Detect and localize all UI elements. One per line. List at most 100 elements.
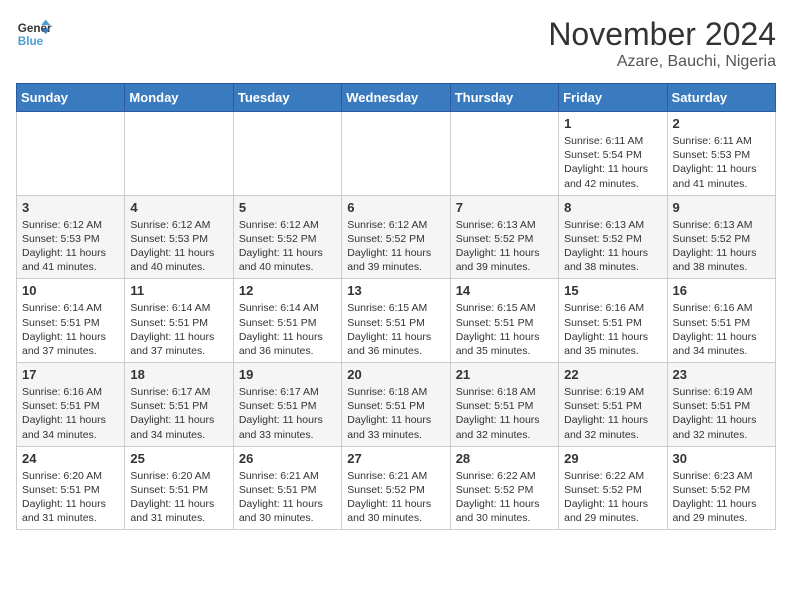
cell-info: Sunrise: 6:15 AMSunset: 5:51 PMDaylight:… <box>347 301 444 358</box>
day-number: 27 <box>347 451 444 466</box>
day-number: 3 <box>22 200 119 215</box>
calendar-cell: 30 Sunrise: 6:23 AMSunset: 5:52 PMDayligh… <box>667 446 775 530</box>
calendar-cell: 20 Sunrise: 6:18 AMSunset: 5:51 PMDayligh… <box>342 363 450 447</box>
cell-info: Sunrise: 6:16 AMSunset: 5:51 PMDaylight:… <box>564 301 661 358</box>
calendar-cell: 13 Sunrise: 6:15 AMSunset: 5:51 PMDayligh… <box>342 279 450 363</box>
calendar-cell: 27 Sunrise: 6:21 AMSunset: 5:52 PMDayligh… <box>342 446 450 530</box>
cell-info: Sunrise: 6:15 AMSunset: 5:51 PMDaylight:… <box>456 301 553 358</box>
calendar-cell: 28Sunrise: 6:22 AMSunset: 5:52 PMDayligh… <box>450 446 558 530</box>
calendar-cell <box>450 112 558 196</box>
day-header-friday: Friday <box>559 84 667 112</box>
cell-info: Sunrise: 6:23 AMSunset: 5:52 PMDaylight:… <box>673 469 770 526</box>
cell-info: Sunrise: 6:11 AMSunset: 5:53 PMDaylight:… <box>673 134 770 191</box>
cell-info: Sunrise: 6:22 AMSunset: 5:52 PMDaylight:… <box>564 469 661 526</box>
day-header-tuesday: Tuesday <box>233 84 341 112</box>
cell-info: Sunrise: 6:20 AMSunset: 5:51 PMDaylight:… <box>130 469 227 526</box>
calendar-cell: 1 Sunrise: 6:11 AMSunset: 5:54 PMDaylight… <box>559 112 667 196</box>
cell-info: Sunrise: 6:14 AMSunset: 5:51 PMDaylight:… <box>239 301 336 358</box>
calendar-week-row: 10Sunrise: 6:14 AMSunset: 5:51 PMDayligh… <box>17 279 776 363</box>
day-number: 30 <box>673 451 770 466</box>
cell-info: Sunrise: 6:12 AMSunset: 5:52 PMDaylight:… <box>347 218 444 275</box>
cell-info: Sunrise: 6:13 AMSunset: 5:52 PMDaylight:… <box>564 218 661 275</box>
cell-info: Sunrise: 6:21 AMSunset: 5:51 PMDaylight:… <box>239 469 336 526</box>
calendar-cell: 5 Sunrise: 6:12 AMSunset: 5:52 PMDaylight… <box>233 195 341 279</box>
calendar-cell: 21Sunrise: 6:18 AMSunset: 5:51 PMDayligh… <box>450 363 558 447</box>
day-number: 23 <box>673 367 770 382</box>
logo: General Blue <box>16 16 52 52</box>
day-number: 26 <box>239 451 336 466</box>
calendar-cell: 17Sunrise: 6:16 AMSunset: 5:51 PMDayligh… <box>17 363 125 447</box>
day-number: 16 <box>673 283 770 298</box>
calendar-week-row: 3 Sunrise: 6:12 AMSunset: 5:53 PMDaylight… <box>17 195 776 279</box>
day-number: 18 <box>130 367 227 382</box>
cell-info: Sunrise: 6:20 AMSunset: 5:51 PMDaylight:… <box>22 469 119 526</box>
day-header-thursday: Thursday <box>450 84 558 112</box>
calendar-header-row: SundayMondayTuesdayWednesdayThursdayFrid… <box>17 84 776 112</box>
day-header-sunday: Sunday <box>17 84 125 112</box>
cell-info: Sunrise: 6:21 AMSunset: 5:52 PMDaylight:… <box>347 469 444 526</box>
calendar-cell: 3 Sunrise: 6:12 AMSunset: 5:53 PMDaylight… <box>17 195 125 279</box>
cell-info: Sunrise: 6:12 AMSunset: 5:53 PMDaylight:… <box>22 218 119 275</box>
cell-info: Sunrise: 6:11 AMSunset: 5:54 PMDaylight:… <box>564 134 661 191</box>
calendar-week-row: 17Sunrise: 6:16 AMSunset: 5:51 PMDayligh… <box>17 363 776 447</box>
title-block: November 2024 Azare, Bauchi, Nigeria <box>548 16 776 71</box>
day-number: 24 <box>22 451 119 466</box>
day-number: 25 <box>130 451 227 466</box>
calendar-cell: 18 Sunrise: 6:17 AMSunset: 5:51 PMDayligh… <box>125 363 233 447</box>
calendar-cell: 7 Sunrise: 6:13 AMSunset: 5:52 PMDaylight… <box>450 195 558 279</box>
calendar-cell: 16 Sunrise: 6:16 AMSunset: 5:51 PMDayligh… <box>667 279 775 363</box>
calendar-week-row: 1 Sunrise: 6:11 AMSunset: 5:54 PMDaylight… <box>17 112 776 196</box>
calendar-cell <box>17 112 125 196</box>
calendar-cell: 6 Sunrise: 6:12 AMSunset: 5:52 PMDaylight… <box>342 195 450 279</box>
day-number: 22 <box>564 367 661 382</box>
calendar-cell: 14Sunrise: 6:15 AMSunset: 5:51 PMDayligh… <box>450 279 558 363</box>
calendar-cell: 26 Sunrise: 6:21 AMSunset: 5:51 PMDayligh… <box>233 446 341 530</box>
calendar-cell: 8 Sunrise: 6:13 AMSunset: 5:52 PMDaylight… <box>559 195 667 279</box>
day-number: 2 <box>673 116 770 131</box>
calendar-cell: 11 Sunrise: 6:14 AMSunset: 5:51 PMDayligh… <box>125 279 233 363</box>
cell-info: Sunrise: 6:14 AMSunset: 5:51 PMDaylight:… <box>22 301 119 358</box>
page-header: General Blue November 2024 Azare, Bauchi… <box>16 16 776 71</box>
calendar-cell: 23 Sunrise: 6:19 AMSunset: 5:51 PMDayligh… <box>667 363 775 447</box>
cell-info: Sunrise: 6:12 AMSunset: 5:53 PMDaylight:… <box>130 218 227 275</box>
cell-info: Sunrise: 6:14 AMSunset: 5:51 PMDaylight:… <box>130 301 227 358</box>
day-number: 11 <box>130 283 227 298</box>
cell-info: Sunrise: 6:17 AMSunset: 5:51 PMDaylight:… <box>239 385 336 442</box>
day-number: 20 <box>347 367 444 382</box>
calendar-week-row: 24 Sunrise: 6:20 AMSunset: 5:51 PMDayligh… <box>17 446 776 530</box>
day-number: 8 <box>564 200 661 215</box>
day-number: 13 <box>347 283 444 298</box>
day-number: 4 <box>130 200 227 215</box>
day-number: 12 <box>239 283 336 298</box>
cell-info: Sunrise: 6:13 AMSunset: 5:52 PMDaylight:… <box>673 218 770 275</box>
calendar-cell <box>233 112 341 196</box>
calendar-cell: 19 Sunrise: 6:17 AMSunset: 5:51 PMDayligh… <box>233 363 341 447</box>
cell-info: Sunrise: 6:13 AMSunset: 5:52 PMDaylight:… <box>456 218 553 275</box>
day-number: 29 <box>564 451 661 466</box>
calendar-cell <box>342 112 450 196</box>
day-number: 7 <box>456 200 553 215</box>
day-number: 28 <box>456 451 553 466</box>
location: Azare, Bauchi, Nigeria <box>548 53 776 71</box>
calendar-cell <box>125 112 233 196</box>
cell-info: Sunrise: 6:17 AMSunset: 5:51 PMDaylight:… <box>130 385 227 442</box>
month-title: November 2024 <box>548 16 776 53</box>
day-number: 1 <box>564 116 661 131</box>
calendar-cell: 10Sunrise: 6:14 AMSunset: 5:51 PMDayligh… <box>17 279 125 363</box>
day-number: 19 <box>239 367 336 382</box>
calendar-cell: 15 Sunrise: 6:16 AMSunset: 5:51 PMDayligh… <box>559 279 667 363</box>
cell-info: Sunrise: 6:18 AMSunset: 5:51 PMDaylight:… <box>347 385 444 442</box>
cell-info: Sunrise: 6:16 AMSunset: 5:51 PMDaylight:… <box>22 385 119 442</box>
logo-icon: General Blue <box>16 16 52 52</box>
day-number: 21 <box>456 367 553 382</box>
day-header-monday: Monday <box>125 84 233 112</box>
cell-info: Sunrise: 6:16 AMSunset: 5:51 PMDaylight:… <box>673 301 770 358</box>
calendar-cell: 22Sunrise: 6:19 AMSunset: 5:51 PMDayligh… <box>559 363 667 447</box>
day-number: 15 <box>564 283 661 298</box>
cell-info: Sunrise: 6:12 AMSunset: 5:52 PMDaylight:… <box>239 218 336 275</box>
day-number: 6 <box>347 200 444 215</box>
calendar-cell: 4 Sunrise: 6:12 AMSunset: 5:53 PMDaylight… <box>125 195 233 279</box>
cell-info: Sunrise: 6:19 AMSunset: 5:51 PMDaylight:… <box>673 385 770 442</box>
day-header-wednesday: Wednesday <box>342 84 450 112</box>
day-number: 5 <box>239 200 336 215</box>
